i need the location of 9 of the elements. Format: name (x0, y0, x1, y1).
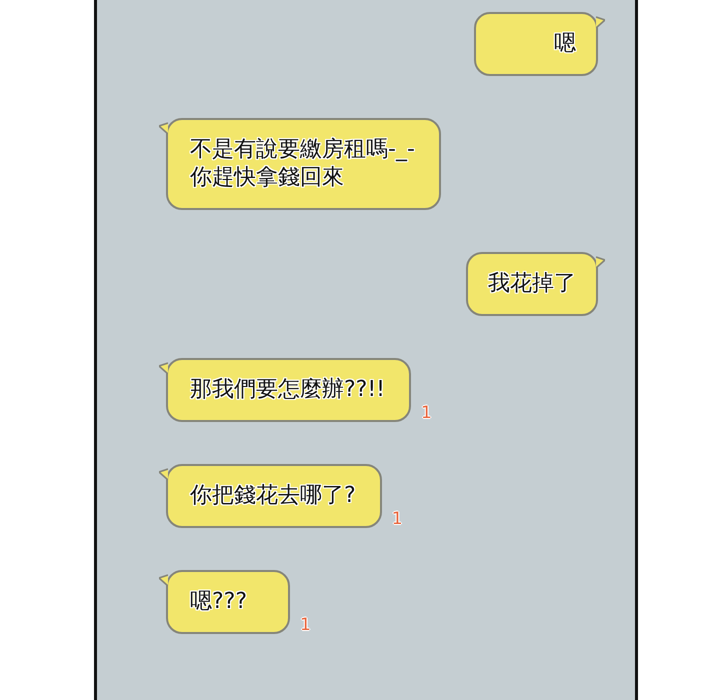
message-text: 你把錢花去哪了? (190, 482, 356, 510)
unread-count: 1 (300, 616, 311, 634)
message-text: 不是有說要繳房租嗎-_- 你趕快拿錢回來 (190, 136, 415, 192)
message-text: 那我們要怎麼辦??!! (190, 376, 385, 404)
unread-count: 1 (421, 404, 432, 422)
message-text: 我花掉了 (488, 270, 576, 298)
message-text: 嗯 (553, 30, 576, 58)
message-text: 嗯??? (190, 588, 248, 616)
unread-count: 1 (392, 510, 403, 528)
